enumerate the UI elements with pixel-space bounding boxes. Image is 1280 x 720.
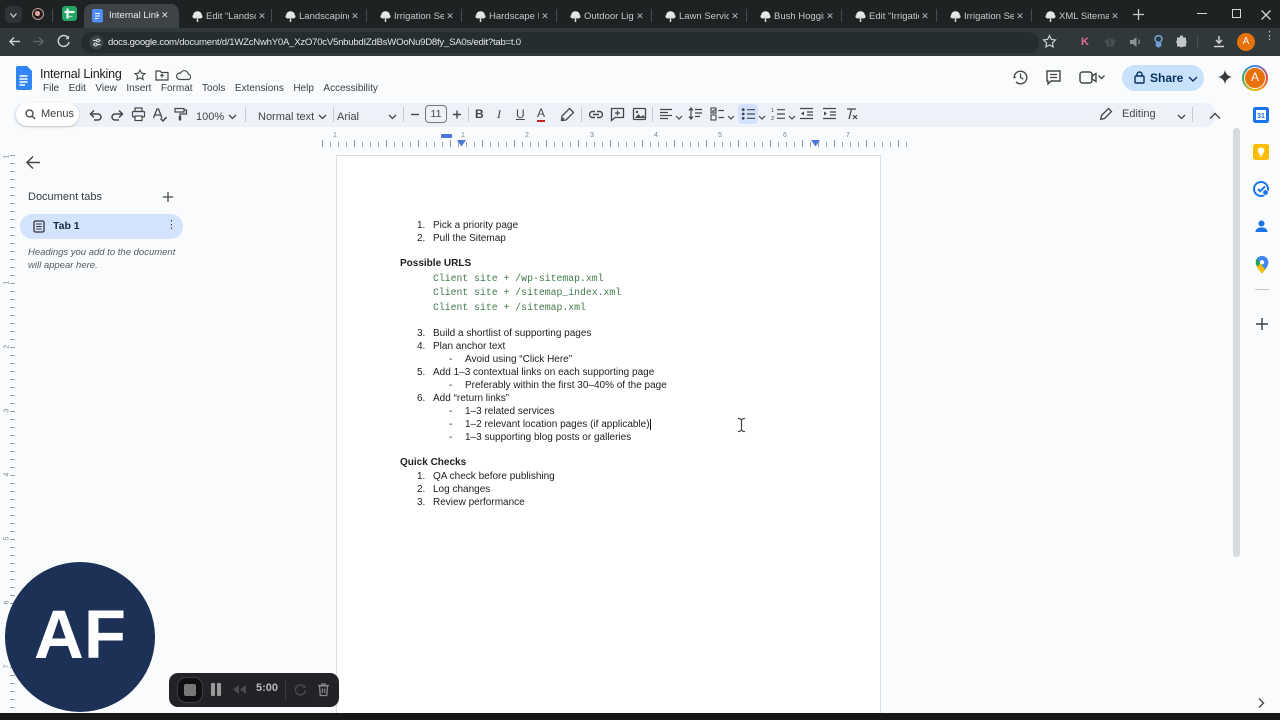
svg-text:31: 31 <box>1257 113 1265 120</box>
svg-text:2: 2 <box>771 116 774 121</box>
svg-text:1: 1 <box>771 108 774 114</box>
